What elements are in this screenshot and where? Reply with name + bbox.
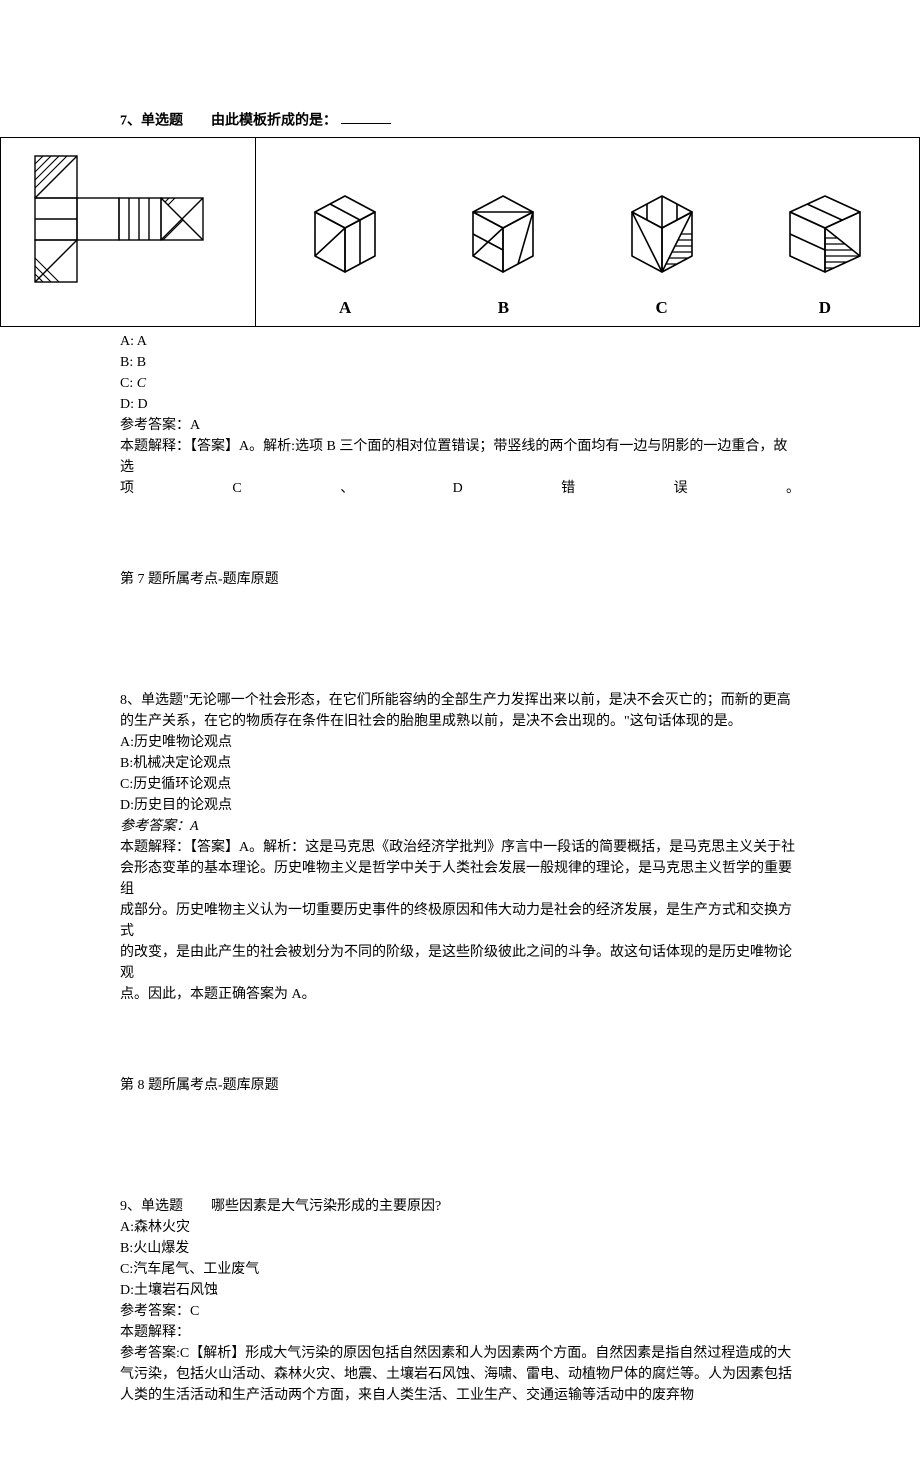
q8-exp-4: 的改变，是由此产生的社会被划分为不同的阶级，是这些阶级彼此之间的斗争。故这句话体… xyxy=(120,942,800,984)
opt-d: D: D xyxy=(120,394,800,415)
q9-answer: 参考答案：C xyxy=(120,1301,800,1322)
q7-footer: 第 7 题所属考点-题库原题 xyxy=(120,569,800,590)
cube-option-b: B xyxy=(443,180,563,321)
q9-opt-b: B:火山爆发 xyxy=(120,1238,800,1259)
q8-stem-2: 的生产关系，在它的物质存在条件在旧社会的胎胞里成熟以前，是决不会出现的。"这句话… xyxy=(120,711,800,732)
opt-c: C: C xyxy=(120,373,800,394)
q8-stem-1: 8、单选题"无论哪一个社会形态，在它们所能容纳的全部生产力发挥出来以前，是决不会… xyxy=(120,690,800,711)
cube-net-icon xyxy=(25,152,239,312)
option-label-c: C xyxy=(602,295,722,321)
q9-exp-1: 参考答案:C【解析】形成大气污染的原因包括自然因素和人为因素两个方面。自然因素是… xyxy=(120,1343,800,1364)
q8-exp-3: 成部分。历史唯物主义认为一切重要历史事件的终极原因和伟大动力是社会的经济发展，是… xyxy=(120,900,800,942)
q9-opt-c: C:汽车尾气、工业废气 xyxy=(120,1259,800,1280)
cube-d-icon xyxy=(760,180,890,286)
option-label-b: B xyxy=(443,295,563,321)
option-label-a: A xyxy=(285,295,405,321)
cube-a-icon xyxy=(285,180,405,286)
q8-footer: 第 8 题所属考点-题库原题 xyxy=(120,1075,800,1096)
opt-a: A: A xyxy=(120,331,800,352)
q9-exp-3: 人类的生活活动和生产活动两个方面，来自人类生活、工业生产、交通运输等活动中的废弃… xyxy=(120,1385,800,1406)
q9-opt-a: A:森林火灾 xyxy=(120,1217,800,1238)
q7-explain-l1: 本题解释：【答案】A。解析:选项 B 三个面的相对位置错误；带竖线的两个面均有一… xyxy=(120,436,800,478)
q8-opt-a: A:历史唯物论观点 xyxy=(120,732,800,753)
question-8: 8、单选题"无论哪一个社会形态，在它们所能容纳的全部生产力发挥出来以前，是决不会… xyxy=(120,690,800,1096)
q9-opt-d: D:土壤岩石风蚀 xyxy=(120,1280,800,1301)
q7-answer: 参考答案：A xyxy=(120,415,800,436)
q9-exp-2: 气污染，包括火山活动、森林火灾、地震、土壤岩石风蚀、海啸、雷电、动植物尸体的腐烂… xyxy=(120,1364,800,1385)
cube-option-a: A xyxy=(285,180,405,321)
q8-opt-d: D:历史目的论观点 xyxy=(120,795,800,816)
q7-explain-l2: 项 C 、 D 错 误 。 xyxy=(120,478,800,499)
q9-exp-0: 本题解释： xyxy=(120,1322,800,1343)
q7-net xyxy=(1,138,256,326)
q8-opt-c: C:历史循环论观点 xyxy=(120,774,800,795)
q8-exp-5: 点。因此，本题正确答案为 A。 xyxy=(120,984,800,1005)
q7-figure: A B xyxy=(0,137,920,327)
q8-exp-2: 会形态变革的基本理论。历史唯物主义是哲学中关于人类社会发展一般规律的理论，是马克… xyxy=(120,858,800,900)
question-9: 9、单选题 哪些因素是大气污染形成的主要原因? A:森林火灾 B:火山爆发 C:… xyxy=(120,1196,800,1406)
blank-line xyxy=(341,110,391,124)
option-label-d: D xyxy=(760,295,890,321)
cube-option-d: D xyxy=(760,180,890,321)
q8-exp-1: 本题解释：【答案】A。解析：这是马克思《政治经济学批判》序言中一段话的简要概括，… xyxy=(120,837,800,858)
cube-c-icon xyxy=(602,180,722,286)
cube-b-icon xyxy=(443,180,563,286)
q7-options-figure: A B xyxy=(256,138,919,326)
q9-stem: 9、单选题 哪些因素是大气污染形成的主要原因? xyxy=(120,1196,800,1217)
q8-answer: 参考答案：A xyxy=(120,816,800,837)
opt-b: B: B xyxy=(120,352,800,373)
q7-text-options: A: A B: B C: C D: D xyxy=(120,331,800,415)
q8-opt-b: B:机械决定论观点 xyxy=(120,753,800,774)
q7-header: 7、单选题 由此模板折成的是： xyxy=(120,113,337,128)
question-7: 7、单选题 由此模板折成的是： xyxy=(120,110,800,590)
cube-option-c: C xyxy=(602,180,722,321)
